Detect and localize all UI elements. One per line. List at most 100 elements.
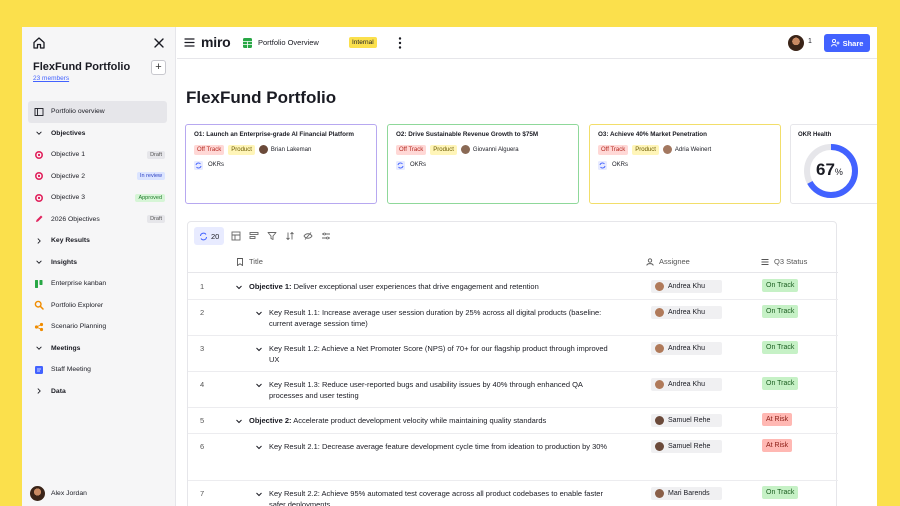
status-badge[interactable]: At Risk: [762, 439, 793, 452]
scenario-icon: [34, 322, 44, 332]
row-title[interactable]: Key Result 2.1: Decrease average feature…: [255, 441, 615, 452]
assignee-chip[interactable]: Samuel Rehe: [651, 414, 722, 427]
table-board-icon: [243, 38, 252, 48]
status-badge[interactable]: At Risk: [762, 413, 793, 426]
row-title[interactable]: Key Result 2.2: Achieve 95% automated te…: [255, 488, 615, 506]
table-row[interactable]: 3 Key Result 1.2: Achieve a Net Promoter …: [188, 336, 838, 372]
status-badge: Draft: [147, 150, 165, 159]
row-prefix: Objective 2:: [249, 416, 292, 425]
chevron-down-icon[interactable]: [255, 443, 263, 451]
table-row[interactable]: 5 Objective 2: Accelerate product develop…: [188, 408, 838, 434]
row-number: 6: [200, 442, 205, 451]
okr-link[interactable]: OKRs: [598, 160, 772, 170]
row-title[interactable]: Key Result 1.2: Achieve a Net Promoter S…: [255, 343, 615, 366]
chevron-down-icon[interactable]: [235, 283, 243, 291]
sidebar-item-label: Portfolio overview: [51, 108, 105, 116]
sidebar-item-objective-3[interactable]: Objective 3 Approved: [28, 187, 167, 209]
more-options-icon[interactable]: [398, 36, 402, 50]
objective-card-3[interactable]: O3: Achieve 40% Market Penetration Off T…: [589, 124, 781, 204]
status-badge[interactable]: On Track: [762, 279, 799, 292]
avatar: [662, 145, 672, 155]
column-status[interactable]: Q3 Status: [761, 257, 807, 266]
add-button[interactable]: +: [151, 60, 166, 75]
filter-button[interactable]: [265, 230, 278, 243]
eye-off-icon: [303, 232, 313, 240]
menu-icon[interactable]: [184, 37, 195, 48]
status-badge[interactable]: On Track: [762, 486, 799, 499]
row-title[interactable]: Objective 1: Deliver exceptional user ex…: [235, 281, 625, 292]
layout-button[interactable]: [229, 230, 242, 243]
board-name[interactable]: Portfolio Overview: [258, 38, 319, 47]
sidebar-item-2026-objectives[interactable]: 2026 Objectives Draft: [28, 209, 167, 231]
sidebar-section-meetings[interactable]: Meetings: [28, 338, 167, 360]
chevron-down-icon[interactable]: [255, 309, 263, 317]
members-link[interactable]: 23 members: [33, 75, 69, 82]
table-row[interactable]: 1 Objective 1: Deliver exceptional user e…: [188, 274, 838, 300]
sidebar-item-portfolio-explorer[interactable]: Portfolio Explorer: [28, 295, 167, 317]
table-row[interactable]: 6 Key Result 2.1: Decrease average featur…: [188, 434, 838, 481]
row-title[interactable]: Key Result 1.3: Reduce user-reported bug…: [255, 379, 615, 402]
table-row[interactable]: 7 Key Result 2.2: Achieve 95% automated t…: [188, 481, 838, 506]
home-icon[interactable]: [32, 36, 46, 50]
hide-fields-button[interactable]: [301, 230, 314, 243]
column-title[interactable]: Title: [236, 257, 263, 266]
assignee-chip[interactable]: Samuel Rehe: [651, 440, 722, 453]
table-body: 1 Objective 1: Deliver exceptional user e…: [188, 274, 838, 506]
current-user[interactable]: Alex Jordan: [30, 486, 87, 501]
sidebar-item-objective-1[interactable]: Objective 1 Draft: [28, 144, 167, 166]
objective-card-1[interactable]: O1: Launch an Enterprise-grade AI Financ…: [185, 124, 377, 204]
status-badge[interactable]: On Track: [762, 305, 799, 318]
objective-title: O3: Achieve 40% Market Penetration: [598, 131, 707, 138]
row-title-text: Key Result 2.2: Achieve 95% automated te…: [269, 488, 615, 506]
sidebar-item-objective-2[interactable]: Objective 2 In review: [28, 166, 167, 188]
group-button[interactable]: [247, 230, 260, 243]
collaborator-avatar[interactable]: [788, 35, 804, 51]
row-title-text: Objective 2: Accelerate product developm…: [249, 415, 546, 426]
sidebar-section-objectives[interactable]: Objectives: [28, 123, 167, 145]
kanban-icon: [34, 279, 44, 289]
miro-logo[interactable]: miro: [201, 34, 231, 50]
sidebar-item-scenario-planning[interactable]: Scenario Planning: [28, 316, 167, 338]
health-number: 67: [816, 160, 835, 179]
chevron-down-icon[interactable]: [255, 345, 263, 353]
sidebar-section-key-results[interactable]: Key Results: [28, 230, 167, 252]
chevron-down-icon[interactable]: [255, 381, 263, 389]
settings-button[interactable]: [319, 230, 332, 243]
status-badge[interactable]: On Track: [762, 341, 799, 354]
app-window: FlexFund Portfolio 23 members + Portfoli…: [22, 27, 877, 506]
row-text: Accelerate product development velocity …: [291, 416, 547, 425]
sidebar-section-insights[interactable]: Insights: [28, 252, 167, 274]
assignee-chip[interactable]: Andrea Khu: [651, 342, 722, 355]
close-icon[interactable]: [152, 36, 166, 50]
status-tag: Off Track: [396, 144, 427, 155]
row-text: Key Result 2.2: Achieve 95% automated te…: [269, 489, 603, 506]
sidebar-item-staff-meeting[interactable]: Staff Meeting: [28, 359, 167, 381]
row-number: 7: [200, 489, 205, 498]
sync-count-button[interactable]: 20: [194, 227, 225, 245]
sort-button[interactable]: [283, 230, 296, 243]
assignee-name: Mari Barends: [668, 490, 710, 497]
objective-card-2[interactable]: O2: Drive Sustainable Revenue Growth to …: [387, 124, 579, 204]
row-title[interactable]: Objective 2: Accelerate product developm…: [235, 415, 625, 426]
okr-link[interactable]: OKRs: [194, 160, 368, 170]
assignee-chip[interactable]: Andrea Khu: [651, 306, 722, 319]
category-tag: Product: [632, 144, 659, 155]
assignee-chip[interactable]: Andrea Khu: [651, 280, 722, 293]
sidebar-section-data[interactable]: Data: [28, 381, 167, 403]
row-title[interactable]: Key Result 1.1: Increase average user se…: [255, 307, 615, 330]
table-row[interactable]: 4 Key Result 1.3: Reduce user-reported bu…: [188, 372, 838, 408]
sidebar-item-enterprise-kanban[interactable]: Enterprise kanban: [28, 273, 167, 295]
table-row[interactable]: 2 Key Result 1.1: Increase average user s…: [188, 300, 838, 336]
assignee-chip[interactable]: Mari Barends: [651, 487, 722, 500]
status-badge[interactable]: On Track: [762, 377, 799, 390]
sidebar-item-portfolio-overview[interactable]: Portfolio overview: [28, 101, 167, 123]
assignee-chip[interactable]: Andrea Khu: [651, 378, 722, 391]
owner: Giovanni Alguera: [460, 145, 519, 155]
chevron-down-icon[interactable]: [235, 417, 243, 425]
avatar: [258, 145, 268, 155]
okr-link[interactable]: OKRs: [396, 160, 570, 170]
column-assignee[interactable]: Assignee: [646, 257, 690, 266]
share-button[interactable]: Share: [824, 34, 870, 52]
chevron-down-icon[interactable]: [255, 490, 263, 498]
avatar: [655, 489, 664, 498]
